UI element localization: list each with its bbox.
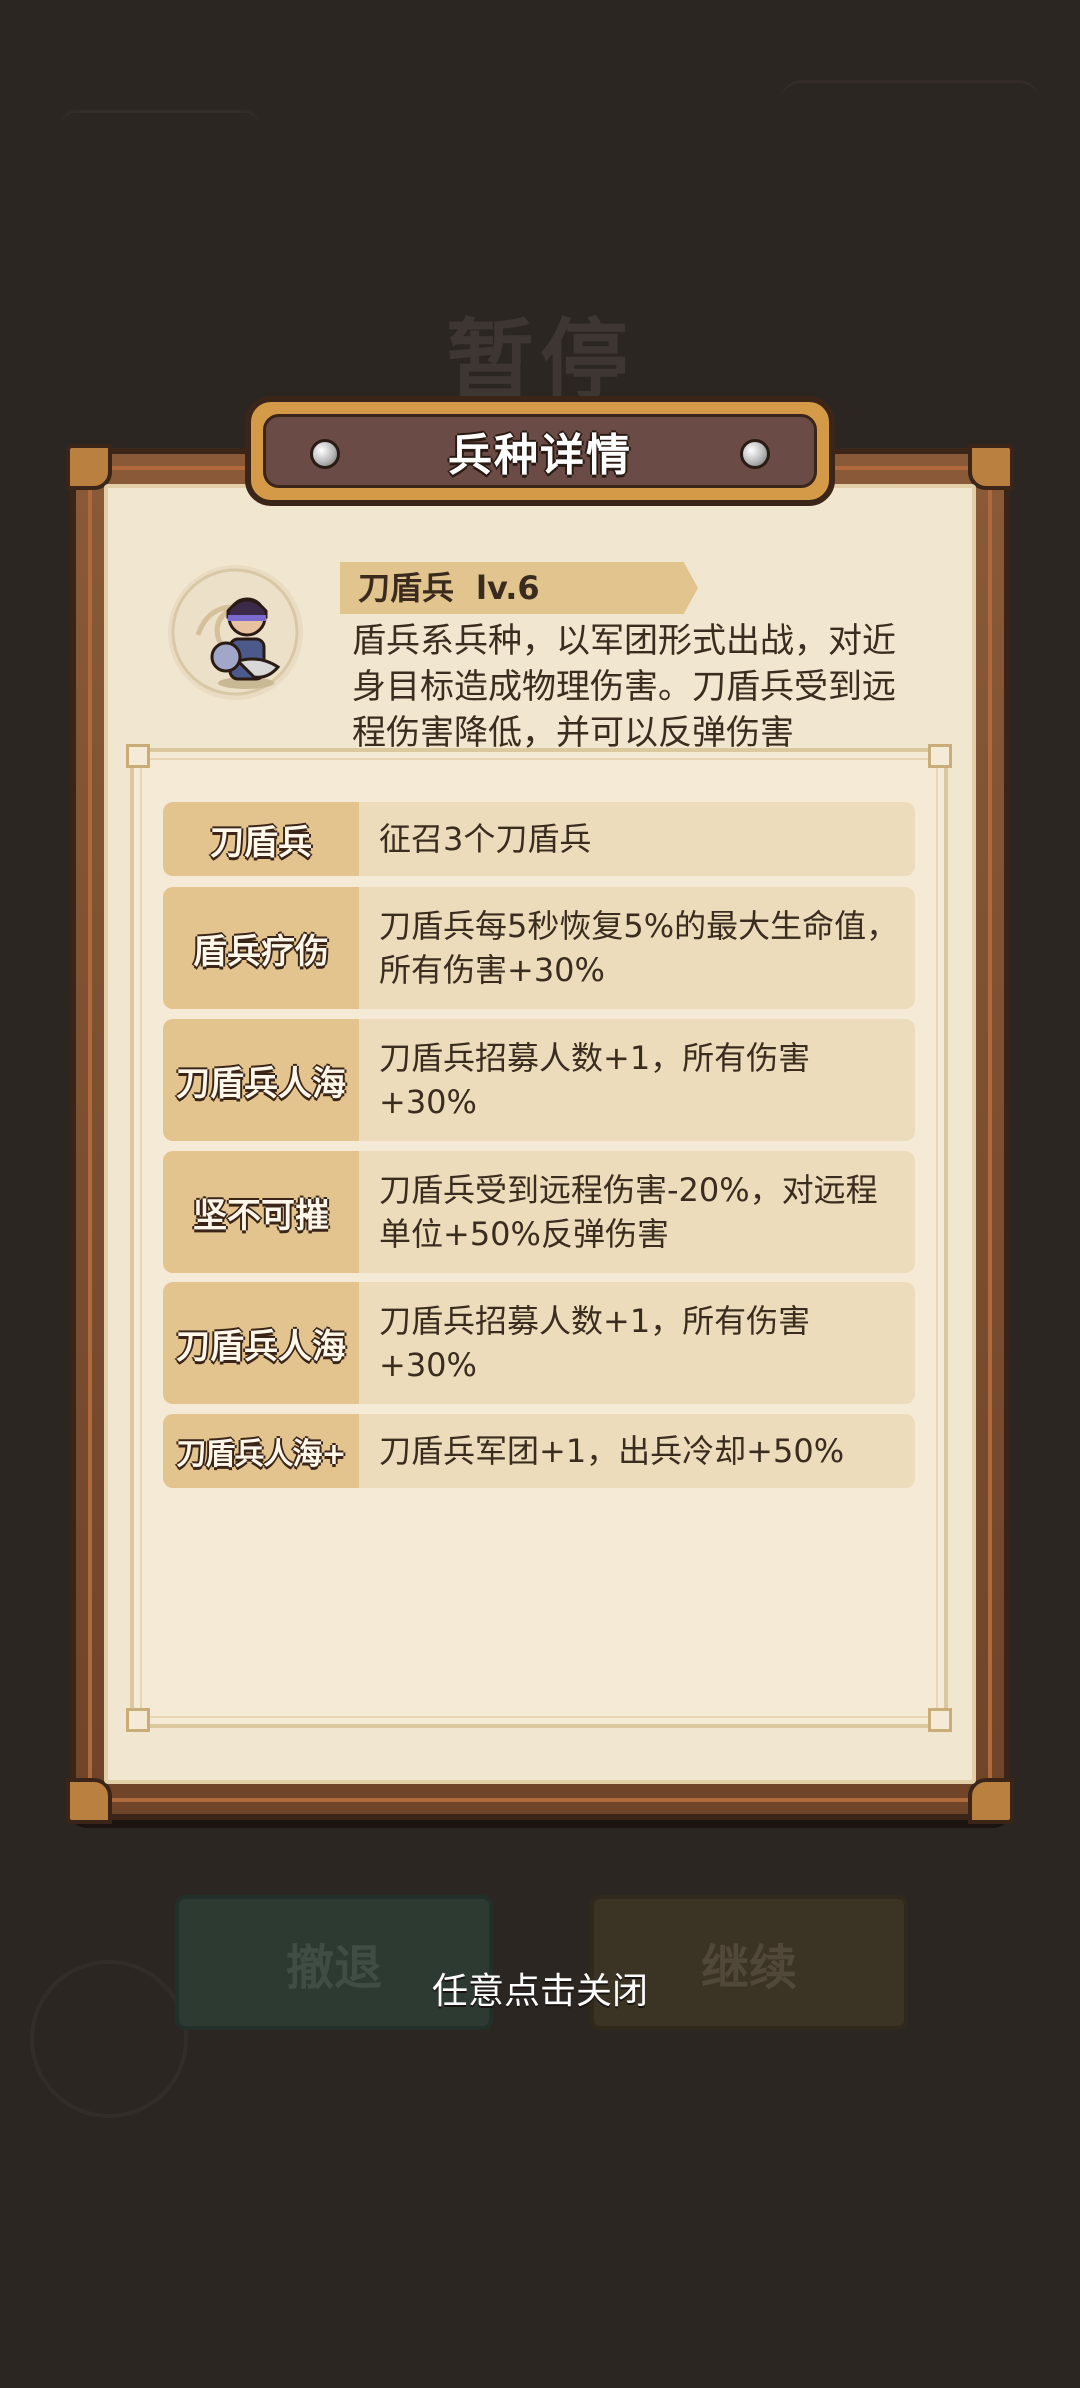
skill-row: 刀盾兵人海+ 刀盾兵军团+1，出兵冷却+50%	[163, 1414, 915, 1488]
skill-name: 坚不可摧	[163, 1151, 359, 1273]
frame-corner	[66, 444, 112, 490]
skill-name: 盾兵疗伤	[163, 887, 359, 1009]
skill-description: 征召3个刀盾兵	[379, 820, 592, 858]
panel-corner	[928, 1708, 952, 1732]
skill-name: 刀盾兵人海	[163, 1282, 359, 1404]
title-plate-inner: 兵种详情	[263, 414, 817, 488]
skill-description: 刀盾兵军团+1，出兵冷却+50%	[379, 1432, 845, 1470]
skill-name: 刀盾兵人海	[163, 1019, 359, 1141]
unit-description: 盾兵系兵种，以军团形式出战，对近身目标造成物理伤害。刀盾兵受到远程伤害降低，并可…	[352, 621, 896, 753]
skill-description: 刀盾兵受到远程伤害-20%，对远程单位+50%反弹伤害	[379, 1171, 878, 1253]
panel-corner	[928, 744, 952, 768]
dialog-title-plate: 兵种详情	[245, 396, 835, 506]
skill-row: 刀盾兵人海 刀盾兵招募人数+1，所有伤害+30%	[163, 1019, 915, 1141]
skill-name: 刀盾兵	[163, 802, 359, 876]
dialog-title: 兵种详情	[448, 430, 632, 481]
panel-corner	[126, 744, 150, 768]
skill-row: 盾兵疗伤 刀盾兵每5秒恢复5%的最大生命值，所有伤害+30%	[163, 887, 915, 1009]
frame-corner	[968, 1778, 1014, 1824]
panel-corner	[126, 1708, 150, 1732]
shield-soldier-icon	[168, 565, 303, 700]
unit-level: lv.6	[476, 569, 540, 607]
skill-row: 坚不可摧 刀盾兵受到远程伤害-20%，对远程单位+50%反弹伤害	[163, 1151, 915, 1273]
frame-corner	[66, 1778, 112, 1824]
background-decoration	[780, 80, 1040, 123]
skill-name: 刀盾兵人海+	[163, 1414, 359, 1488]
skill-description: 刀盾兵招募人数+1，所有伤害+30%	[379, 1039, 811, 1121]
skill-description: 刀盾兵招募人数+1，所有伤害+30%	[379, 1302, 811, 1384]
unit-name: 刀盾兵	[358, 569, 455, 607]
background-decoration	[60, 110, 260, 143]
frame-corner	[968, 444, 1014, 490]
close-hint[interactable]: 任意点击关闭	[0, 1962, 1080, 2014]
skill-row: 刀盾兵人海 刀盾兵招募人数+1，所有伤害+30%	[163, 1282, 915, 1404]
skill-description: 刀盾兵每5秒恢复5%的最大生命值，所有伤害+30%	[379, 907, 899, 989]
skill-row: 刀盾兵 征召3个刀盾兵	[163, 802, 915, 876]
